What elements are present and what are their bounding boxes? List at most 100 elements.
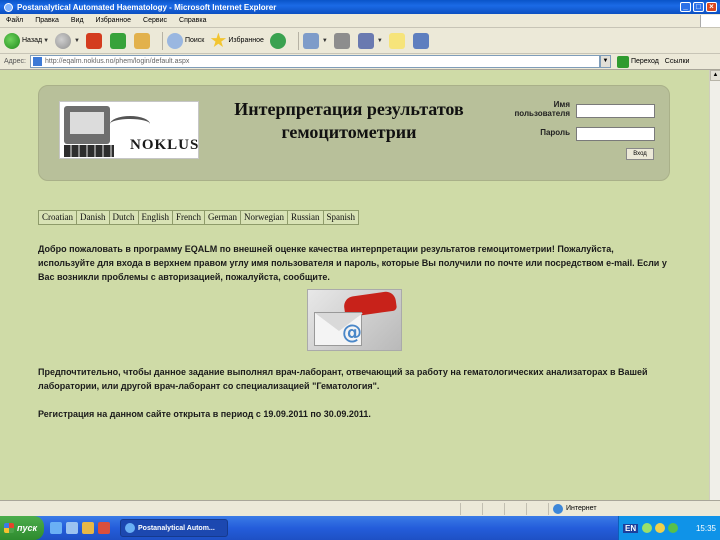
chevron-down-icon[interactable]: ▼: [43, 38, 49, 44]
address-label: Адрес:: [4, 58, 26, 65]
media-button[interactable]: [269, 32, 288, 49]
chevron-down-icon[interactable]: ▼: [377, 38, 383, 44]
username-label-line2: пользователя: [514, 109, 570, 118]
toolbar-divider: [297, 31, 299, 50]
password-field[interactable]: [576, 127, 655, 141]
clock: 15:35: [695, 523, 716, 533]
menu-view[interactable]: Вид: [71, 17, 84, 24]
status-segment: [482, 502, 504, 515]
language-link[interactable]: Norwegian: [241, 211, 289, 224]
menu-help[interactable]: Справка: [179, 17, 206, 24]
notes-button[interactable]: [388, 32, 407, 49]
note-icon: [388, 32, 405, 49]
volume-icon[interactable]: [655, 523, 666, 533]
mail-button[interactable]: ▼: [302, 32, 328, 49]
menu-bar: Файл Правка Вид Избранное Сервис Справка: [0, 14, 720, 28]
messenger-icon: [412, 32, 429, 49]
start-label: пуск: [17, 523, 38, 533]
network-icon[interactable]: [642, 523, 653, 533]
language-link[interactable]: Dutch: [110, 211, 139, 224]
address-input[interactable]: http://eqalm.noklus.no/phem/login/defaul…: [29, 55, 600, 68]
page-title-line1: Интерпретация результатов: [234, 99, 464, 119]
menu-tools[interactable]: Сервис: [143, 17, 167, 24]
language-link[interactable]: French: [173, 211, 206, 224]
scroll-up-button[interactable]: ▲: [710, 70, 720, 81]
username-label-line1: Имя: [553, 100, 570, 109]
search-button[interactable]: Поиск: [166, 32, 204, 49]
close-button[interactable]: ×: [706, 2, 717, 12]
contact-email-image[interactable]: @: [307, 289, 402, 351]
minimize-button[interactable]: _: [680, 2, 691, 12]
printer-icon: [333, 32, 350, 49]
language-link[interactable]: English: [139, 211, 174, 224]
toolbar: Назад ▼ ▼ Поиск Избранное ▼ ▼: [0, 28, 720, 54]
forward-arrow-icon: [55, 32, 72, 49]
noklus-logo: NOKLUS: [59, 101, 199, 159]
at-sign-icon: @: [342, 320, 362, 344]
security-icon[interactable]: [668, 523, 679, 533]
menu-file[interactable]: Файл: [6, 17, 23, 24]
star-icon: [210, 32, 227, 48]
cable-icon: [110, 116, 150, 132]
username-field[interactable]: [576, 104, 655, 118]
edit-button[interactable]: ▼: [357, 32, 383, 49]
app-quicklaunch-icon[interactable]: [98, 522, 110, 534]
analyzer-icon: [64, 106, 110, 144]
language-link[interactable]: Russian: [288, 211, 324, 224]
go-arrow-icon: [616, 55, 629, 68]
refresh-icon: [109, 32, 126, 49]
menu-favorites[interactable]: Избранное: [96, 17, 131, 24]
windows-logo-icon: [700, 14, 720, 27]
preference-text: Предпочтительно, чтобы данное задание вы…: [38, 367, 648, 391]
favorites-label: Избранное: [228, 37, 264, 44]
back-button[interactable]: Назад ▼: [4, 32, 49, 49]
windows-flag-icon: [4, 523, 14, 533]
maximize-button[interactable]: □: [693, 2, 704, 12]
home-button[interactable]: [133, 32, 152, 49]
messenger-button[interactable]: [412, 32, 431, 49]
chevron-down-icon[interactable]: ▼: [74, 38, 80, 44]
chevron-down-icon[interactable]: ▼: [322, 38, 328, 44]
taskbar: пуск Postanalytical Autom... EN 15:35: [0, 516, 720, 540]
language-link[interactable]: Spanish: [324, 211, 359, 224]
page-viewport: NOKLUS Интерпретация результатов гемоцит…: [0, 70, 709, 500]
edit-icon: [357, 32, 374, 49]
favorites-button[interactable]: Избранное: [210, 32, 264, 49]
explorer-quicklaunch-icon[interactable]: [82, 522, 94, 534]
print-button[interactable]: [333, 32, 352, 49]
welcome-text: Добро пожаловать в программу EQALM по вн…: [38, 244, 667, 282]
refresh-button[interactable]: [109, 32, 128, 49]
ie-quicklaunch-icon[interactable]: [50, 522, 62, 534]
password-label: Пароль: [540, 128, 570, 137]
home-icon: [133, 32, 150, 49]
language-link[interactable]: Croatian: [39, 211, 77, 224]
toolbar-divider: [161, 31, 163, 50]
username-label: Имя пользователя: [490, 100, 570, 118]
status-segment: [460, 502, 482, 515]
language-link[interactable]: German: [205, 211, 242, 224]
logo-brand: NOKLUS: [130, 137, 200, 153]
links-button[interactable]: Ссылки: [665, 58, 690, 65]
address-url: http://eqalm.noklus.no/phem/login/defaul…: [44, 58, 190, 65]
taskbar-window-button[interactable]: Postanalytical Autom...: [120, 519, 228, 537]
go-button[interactable]: Переход: [616, 55, 659, 68]
status-bar: Интернет: [0, 500, 720, 516]
window-title-bar: Postanalytical Automated Haematology - M…: [0, 0, 720, 14]
menu-edit[interactable]: Правка: [35, 17, 59, 24]
system-tray: EN 15:35: [618, 516, 720, 540]
forward-button[interactable]: ▼: [55, 32, 80, 49]
start-button[interactable]: пуск: [0, 516, 44, 540]
stop-button[interactable]: [85, 32, 104, 49]
mail-icon: [302, 32, 319, 49]
language-indicator[interactable]: EN: [623, 523, 639, 533]
taskbar-window-label: Postanalytical Autom...: [138, 524, 215, 532]
address-dropdown-button[interactable]: ▼: [599, 55, 611, 68]
language-link[interactable]: Danish: [77, 211, 110, 224]
vertical-scrollbar[interactable]: ▲: [709, 70, 720, 500]
globe-icon: [553, 503, 563, 514]
quick-launch: [50, 522, 114, 534]
login-button[interactable]: Вход: [626, 148, 654, 160]
desktop-quicklaunch-icon[interactable]: [66, 522, 78, 534]
back-arrow-icon: [4, 32, 20, 49]
search-icon: [166, 32, 183, 49]
